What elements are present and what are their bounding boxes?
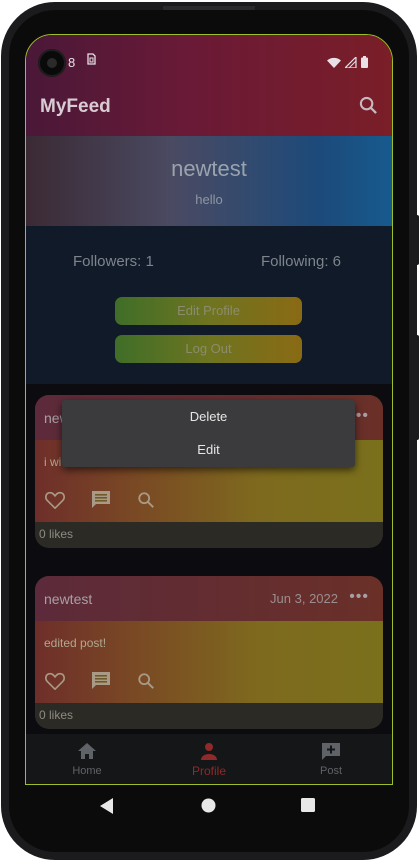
post-card[interactable]: newtest Jun 3, 2022 ••• edited post! 0 l…: [35, 576, 383, 729]
nav-profile[interactable]: Profile: [148, 734, 270, 784]
profile-bio: hello: [195, 192, 223, 207]
battery-icon: [361, 55, 368, 73]
post-actions: [45, 671, 155, 695]
nav-home[interactable]: Home: [26, 734, 148, 784]
nav-profile-label: Profile: [191, 764, 226, 778]
bottom-navigation: Home Profile Post: [26, 734, 392, 784]
edit-menu-item[interactable]: Edit: [62, 435, 355, 465]
search-icon[interactable]: [137, 672, 155, 695]
power-button: [414, 335, 419, 440]
following-count[interactable]: Following: 6: [261, 253, 341, 270]
profile-header: newtest hello: [26, 136, 392, 226]
search-icon[interactable]: [137, 491, 155, 514]
post-actions: [45, 490, 155, 514]
post-likes-row: 0 likes: [35, 703, 383, 728]
nav-home-label: Home: [72, 765, 102, 777]
post-text: i wi: [44, 455, 62, 469]
person-icon: [200, 742, 218, 765]
screen: 8 MyFeed newtest hello Followers: 1 Foll…: [25, 34, 393, 785]
profile-stats: Followers: 1 Following: 6 Edit Profile L…: [26, 226, 392, 384]
search-icon[interactable]: [359, 96, 378, 120]
profile-username: newtest: [171, 156, 247, 181]
heart-icon[interactable]: [45, 672, 65, 695]
heart-icon[interactable]: [45, 491, 65, 514]
volume-button: [414, 215, 419, 265]
post-author: newtest: [44, 591, 93, 607]
edit-profile-button[interactable]: Edit Profile: [115, 297, 302, 325]
logout-button[interactable]: Log Out: [115, 335, 302, 363]
delete-menu-item[interactable]: Delete: [62, 402, 355, 432]
post-date: Jun 3, 2022: [270, 591, 338, 606]
likes-count: 0 likes: [39, 708, 74, 722]
system-navigation-bar: [26, 784, 392, 832]
comment-icon[interactable]: [91, 490, 111, 514]
app-title: MyFeed: [40, 96, 111, 117]
back-icon[interactable]: [100, 798, 114, 819]
home-icon: [77, 742, 97, 765]
post-context-menu: Delete Edit: [62, 400, 355, 467]
signal-icon: [343, 55, 357, 73]
status-time: 8: [68, 55, 76, 70]
nav-post-label: Post: [319, 765, 342, 777]
post-body: edited post!: [35, 621, 383, 703]
more-options-icon[interactable]: •••: [349, 588, 369, 606]
followers-count[interactable]: Followers: 1: [73, 253, 154, 270]
nav-post[interactable]: Post: [270, 734, 392, 784]
status-icons: [327, 55, 368, 73]
post-header: newtest Jun 3, 2022 •••: [35, 576, 383, 621]
post-likes-row: 0 likes: [35, 522, 383, 547]
likes-count: 0 likes: [39, 527, 74, 541]
add-post-icon: [321, 742, 341, 766]
sim-icon: [87, 52, 96, 68]
recents-icon[interactable]: [301, 798, 315, 817]
home-button-icon[interactable]: [201, 798, 216, 818]
top-app-bar: 8 MyFeed: [26, 35, 392, 136]
comment-icon[interactable]: [91, 671, 111, 695]
front-camera: [38, 49, 66, 77]
post-text: edited post!: [44, 636, 107, 650]
wifi-icon: [327, 55, 341, 73]
